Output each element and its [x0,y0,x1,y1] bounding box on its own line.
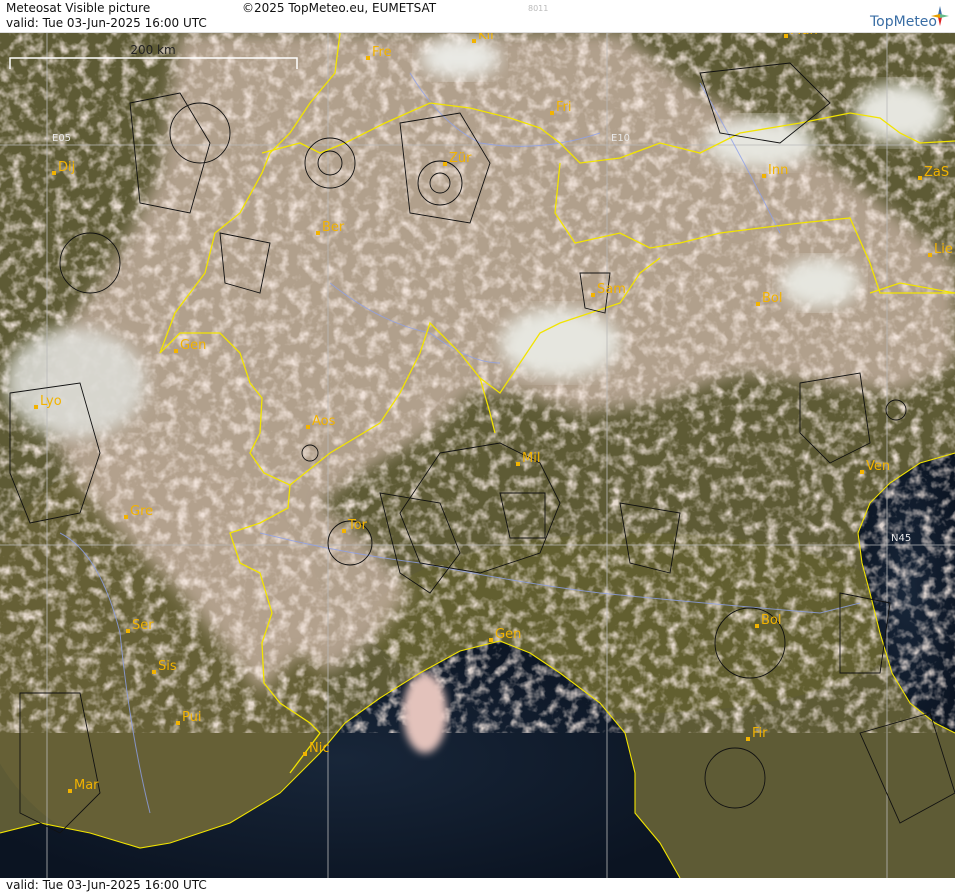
city-marker [550,111,554,115]
city-marker [366,56,370,60]
city-marker [489,638,493,642]
city-marker [756,302,760,306]
header: Meteosat Visible picture ©2025 TopMeteo.… [0,0,955,33]
satellite-map[interactable]: 200 km E05 E10 N45 Kli Mun Fre Fri Dij Zür Inn… [0,33,955,878]
city-marker [316,231,320,235]
city-label: Fri [556,100,572,115]
city-marker [68,789,72,793]
city-label: Lyo [40,394,62,409]
city-marker [126,629,130,633]
lat-label: N45 [891,533,911,544]
city-label: Nic [309,741,329,756]
city-marker [784,34,788,38]
satellite-viewer: Meteosat Visible picture ©2025 TopMeteo.… [0,0,955,893]
city-label: Zür [449,151,472,166]
city-marker [52,171,56,175]
city-marker [762,174,766,178]
valid-time: valid: Tue 03-Jun-2025 16:00 UTC [6,16,207,30]
city-label: Gre [130,504,153,519]
city-marker [443,162,447,166]
city-label: Dij [58,160,75,175]
footer: valid: Tue 03-Jun-2025 16:00 UTC [0,878,955,893]
compass-logo-icon [931,6,949,26]
city-label: Ser [132,618,154,633]
city-marker [918,176,922,180]
city-marker [176,721,180,725]
city-label: Sam [597,282,626,297]
city-label: Mil [522,451,540,466]
lon-label: E10 [611,133,630,144]
cloud-cover [0,33,955,753]
map-title: Meteosat Visible picture [6,1,151,15]
product-code: 8011 [528,4,549,13]
city-marker [928,253,932,257]
city-label: Mun [790,33,818,38]
lon-label: E05 [52,133,71,144]
city-label: Fir [752,726,768,741]
city-label: Gen [180,338,206,353]
city-label: Ber [322,220,345,235]
city-marker [342,529,346,533]
city-label: Tor [347,518,368,533]
city-label: Mar [74,778,99,793]
city-label: Sis [158,659,177,674]
city-marker [152,670,156,674]
city-label: ZaS [924,165,949,180]
city-label: Pui [182,710,201,725]
city-label: Aos [312,414,336,429]
city-marker [755,624,759,628]
city-marker [472,39,476,43]
city-marker [303,752,307,756]
city-marker [174,349,178,353]
topmeteo-logo[interactable]: TopMeteo [870,14,937,30]
city-label: Inn [768,163,788,178]
city-label: Bol [761,613,781,628]
city-label: Kli [478,33,494,43]
city-label: Lie [934,242,953,257]
city-marker [746,737,750,741]
city-marker [34,405,38,409]
city-label: Fre [372,45,392,60]
copyright: ©2025 TopMeteo.eu, EUMETSAT [242,1,437,15]
city-label: Ven [866,459,890,474]
city-marker [860,470,864,474]
city-label: Bol [762,291,782,306]
city-marker [306,425,310,429]
city-marker [591,293,595,297]
city-marker [124,515,128,519]
scale-label: 200 km [130,43,175,57]
city-marker [516,462,520,466]
footer-valid-time: valid: Tue 03-Jun-2025 16:00 UTC [6,878,207,892]
city-label: Gen [495,627,521,642]
